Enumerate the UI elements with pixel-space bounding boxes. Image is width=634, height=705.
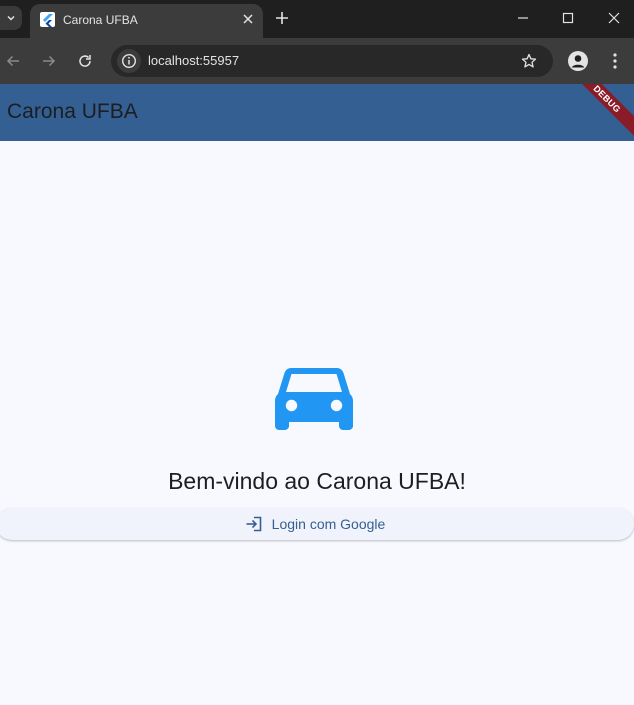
maximize-icon[interactable] [561, 11, 575, 25]
more-menu-icon[interactable] [607, 52, 623, 70]
login-google-label: Login com Google [271, 516, 386, 532]
car-icon [275, 368, 353, 430]
chevron-down-icon [7, 15, 15, 21]
url-text: localhost:55957 [148, 53, 240, 68]
back-icon[interactable] [5, 53, 21, 69]
app-bar: Carona UFBA DEBUG [0, 84, 634, 141]
info-icon [121, 53, 137, 69]
browser-tab[interactable]: Carona UFBA [30, 4, 263, 38]
profile-avatar[interactable] [568, 51, 588, 71]
welcome-heading: Bem-vindo ao Carona UFBA! [168, 468, 466, 494]
tab-search-button[interactable] [0, 6, 22, 30]
person-icon [571, 55, 585, 68]
site-info-button[interactable] [117, 49, 141, 73]
browser-tab-strip: Carona UFBA [0, 0, 634, 38]
new-tab-icon[interactable] [274, 10, 290, 26]
address-bar[interactable]: localhost:55957 [111, 45, 553, 77]
login-icon [246, 516, 261, 532]
close-tab-icon[interactable] [241, 12, 255, 26]
tab-title: Carona UFBA [63, 13, 138, 27]
close-window-icon[interactable] [607, 11, 621, 25]
flutter-favicon-icon [40, 12, 55, 27]
debug-banner: DEBUG [563, 84, 634, 141]
bookmark-star-icon[interactable] [521, 53, 537, 69]
minimize-icon[interactable] [516, 11, 530, 25]
forward-icon[interactable] [41, 53, 57, 69]
browser-toolbar: localhost:55957 [0, 38, 634, 84]
reload-icon[interactable] [77, 53, 93, 69]
login-google-button[interactable]: Login com Google [0, 508, 634, 540]
app-title: Carona UFBA [7, 100, 138, 123]
main-content: Bem-vindo ao Carona UFBA! Login com Goog… [0, 141, 634, 705]
